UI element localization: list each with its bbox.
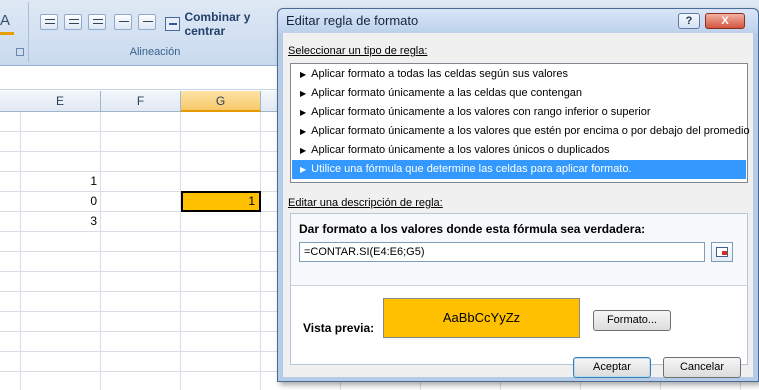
format-button[interactable]: Formato... bbox=[593, 310, 671, 331]
rule-type-item[interactable]: ▶ Aplicar formato únicamente a los valore… bbox=[292, 103, 746, 122]
rule-type-label: Aplicar formato únicamente a los valores… bbox=[311, 106, 651, 118]
alignment-group-label: Alineación bbox=[129, 46, 181, 58]
rule-type-item-selected[interactable]: ▶ Utilice una fórmula que determine las c… bbox=[292, 160, 746, 179]
select-type-label: Seleccionar un tipo de regla: bbox=[288, 45, 428, 57]
close-button[interactable]: X bbox=[705, 13, 745, 29]
rule-type-label: Aplicar formato a todas las celdas según… bbox=[311, 68, 568, 80]
rule-type-item[interactable]: ▶ Aplicar formato únicamente a los valore… bbox=[292, 141, 746, 160]
merge-center-label: Combinar y centrar bbox=[184, 10, 251, 38]
formula-input[interactable]: =CONTAR.SI(E4:E6;G5) bbox=[299, 242, 705, 262]
accept-button[interactable]: Aceptar bbox=[573, 357, 651, 378]
font-color-icon[interactable]: A bbox=[0, 12, 14, 32]
rule-type-list[interactable]: ▶ Aplicar formato a todas las celdas segú… bbox=[290, 63, 750, 183]
arrow-icon: ▶ bbox=[300, 146, 307, 155]
rule-type-label: Aplicar formato únicamente a las celdas … bbox=[311, 87, 583, 99]
rule-description-panel: Dar formato a los valores donde esta fór… bbox=[290, 213, 748, 365]
rule-type-item[interactable]: ▶ Aplicar formato únicamente a las celdas… bbox=[292, 84, 746, 103]
formula-heading: Dar formato a los valores donde esta fór… bbox=[299, 222, 646, 236]
align-left-icon[interactable] bbox=[40, 14, 58, 30]
column-header-e[interactable]: E bbox=[20, 91, 101, 112]
rule-type-label: Aplicar formato únicamente a los valores… bbox=[311, 144, 610, 156]
edit-format-rule-dialog: Editar regla de formato ? X Seleccionar … bbox=[277, 8, 759, 382]
cell-e5[interactable]: 3 bbox=[20, 212, 101, 231]
cell-g4-selected[interactable]: 1 bbox=[181, 191, 261, 212]
group-separator bbox=[28, 2, 29, 62]
rule-type-label: Aplicar formato únicamente a los valores… bbox=[311, 125, 750, 137]
format-preview: AaBbCcYyZz bbox=[383, 298, 580, 338]
arrow-icon: ▶ bbox=[300, 127, 307, 136]
help-button[interactable]: ? bbox=[678, 13, 700, 29]
dialog-title-bar[interactable]: Editar regla de formato ? X bbox=[278, 9, 758, 33]
dialog-body: Seleccionar un tipo de regla: ▶ Aplicar f… bbox=[283, 33, 753, 378]
column-header-f[interactable]: F bbox=[101, 91, 181, 112]
rule-type-item[interactable]: ▶ Aplicar formato únicamente a los valore… bbox=[292, 122, 750, 141]
arrow-icon: ▶ bbox=[300, 70, 307, 79]
font-color-bar bbox=[0, 32, 14, 35]
increase-indent-icon[interactable] bbox=[138, 14, 156, 30]
column-header-g[interactable]: G bbox=[181, 91, 261, 112]
arrow-icon: ▶ bbox=[300, 108, 307, 117]
align-center-icon[interactable] bbox=[64, 14, 82, 30]
range-select-icon bbox=[716, 247, 728, 257]
rule-type-label: Utilice una fórmula que determine las ce… bbox=[311, 163, 632, 175]
arrow-icon: ▶ bbox=[300, 89, 307, 98]
cancel-button[interactable]: Cancelar bbox=[663, 357, 741, 378]
formula-section: Dar formato a los valores donde esta fór… bbox=[291, 214, 747, 286]
dialog-launcher-icon[interactable] bbox=[16, 48, 24, 56]
edit-description-label: Editar una descripción de regla: bbox=[288, 197, 443, 209]
merge-center-button[interactable]: Combinar y centrar bbox=[165, 10, 290, 38]
decrease-indent-icon[interactable] bbox=[114, 14, 132, 30]
arrow-icon: ▶ bbox=[300, 165, 307, 174]
collapse-dialog-button[interactable] bbox=[711, 242, 733, 262]
cell-e4[interactable]: 0 bbox=[20, 192, 101, 211]
dialog-title: Editar regla de formato bbox=[286, 13, 419, 28]
rule-type-item[interactable]: ▶ Aplicar formato a todas las celdas segú… bbox=[292, 65, 746, 84]
align-right-icon[interactable] bbox=[88, 14, 106, 30]
preview-label: Vista previa: bbox=[303, 321, 375, 335]
cell-e3[interactable]: 1 bbox=[20, 172, 101, 191]
merge-icon bbox=[165, 17, 181, 31]
